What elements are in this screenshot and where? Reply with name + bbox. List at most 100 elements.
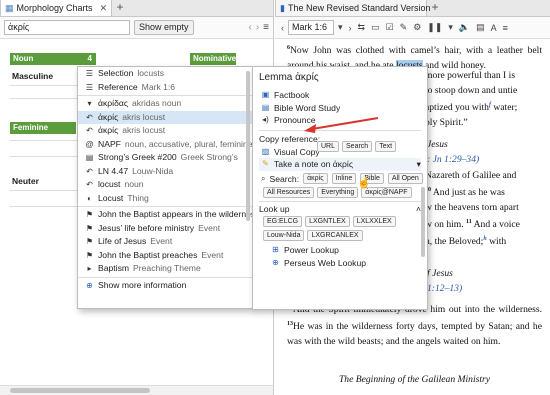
- item-gloss: Event: [201, 249, 224, 260]
- horizontal-scrollbar[interactable]: [0, 385, 273, 395]
- item-label: Life of Jesus: [98, 236, 147, 246]
- item-icon: ▾: [87, 99, 92, 108]
- search-chip[interactable]: All Resources: [263, 187, 315, 198]
- context-menu-item[interactable]: @ NAPF noun, accusative, plural, feminine: [78, 138, 252, 152]
- show-empty-button[interactable]: Show empty: [134, 20, 194, 35]
- search-chip[interactable]: ἀκρίς: [303, 173, 328, 185]
- item-label: ἀκρίς: [98, 125, 119, 135]
- text-part: And just as he was: [431, 187, 505, 199]
- sync-icon[interactable]: ⇆: [356, 22, 368, 33]
- item-gloss: Event: [150, 236, 173, 246]
- reference-input[interactable]: Mark 1:6: [288, 20, 334, 35]
- context-menu-item[interactable]: ↶ ἀκρίς akris locust: [78, 124, 252, 138]
- search-chip[interactable]: Everything: [317, 187, 359, 198]
- heading-jesus: Jesus: [427, 139, 448, 150]
- context-menu-item[interactable]: ▾ ἀκρίδας akridas noun: [78, 97, 252, 111]
- context-menu-item[interactable]: ◐ Locust Thing: [78, 192, 252, 206]
- popup-scrollbar[interactable]: [246, 71, 250, 221]
- parallel-icon[interactable]: ⚙: [411, 22, 423, 33]
- item-gloss: noun, accusative, plural, feminine: [124, 138, 252, 149]
- grid-line: [10, 190, 78, 202]
- chevron-down-icon[interactable]: ▾: [336, 22, 345, 33]
- forward-arrow-icon[interactable]: ›: [256, 22, 259, 33]
- link-label: Visual Copy: [274, 146, 320, 157]
- lookup-chip[interactable]: EG:ELCG: [263, 216, 303, 227]
- forward-arrow-icon[interactable]: ›: [347, 23, 354, 33]
- menu-icon[interactable]: ≡: [501, 23, 510, 33]
- dropdown-icon[interactable]: ▾: [446, 22, 455, 33]
- context-menu-item[interactable]: ☰ Selection locusts: [78, 67, 252, 81]
- context-menu-item[interactable]: ↶ locust noun: [78, 178, 252, 192]
- back-arrow-icon[interactable]: ‹: [279, 23, 286, 33]
- item-gloss: Greek Strong’s: [180, 152, 238, 162]
- lookup-label: Look up: [259, 204, 290, 214]
- panel-icon[interactable]: ▭: [369, 22, 382, 33]
- context-menu-item[interactable]: ☰ Reference Mark 1:6: [78, 81, 252, 95]
- note-icon: ✎: [262, 159, 269, 168]
- item-gloss: Mark 1:6: [141, 81, 176, 92]
- cross-reference[interactable]: 1:12–13): [427, 281, 462, 296]
- perseus-link[interactable]: ⊕ Perseus Web Lookup: [259, 257, 421, 270]
- chart-icon: ▦: [5, 2, 14, 13]
- bible-word-study-link[interactable]: ▤ Bible Word Study: [259, 102, 421, 115]
- lookup-chip[interactable]: LXLXXLEX: [352, 216, 396, 227]
- text-fragments-2: Nazareth of Galilee and 10 And just as h…: [425, 168, 520, 250]
- context-menu-item[interactable]: ⚑ Life of Jesus Event: [78, 235, 252, 249]
- right-tab-bar: ▮ The New Revised Standard Version +: [275, 0, 550, 17]
- context-menu-item[interactable]: ▤ Strong’s Greek #200 Greek Strong’s: [78, 151, 252, 165]
- lookup-chip[interactable]: LXGRCANLEX: [307, 230, 363, 241]
- copy-text-button[interactable]: Text: [375, 141, 397, 152]
- new-tab-button[interactable]: +: [112, 0, 128, 16]
- search-chips-2: All Resources Everything ἀκρίς@NAPF: [263, 187, 421, 198]
- chevron-down-icon[interactable]: ▾: [417, 158, 421, 171]
- text-size-icon[interactable]: A: [489, 23, 499, 33]
- checklist-icon[interactable]: ☑: [384, 22, 396, 33]
- context-menu-item[interactable]: ⚑ Jesus’ life before ministry Event: [78, 222, 252, 236]
- search-chip[interactable]: Inline: [331, 173, 357, 185]
- copy-url-button[interactable]: URL: [317, 141, 340, 152]
- item-gloss: noun: [124, 179, 144, 189]
- context-menu-item[interactable]: ↶ LN 4.47 Louw-Nida: [78, 165, 252, 179]
- text-line: more powerful than I is: [425, 70, 516, 81]
- new-tab-button[interactable]: +: [427, 0, 443, 16]
- menu-icon[interactable]: ≡: [263, 22, 269, 33]
- cross-reference[interactable]: : Jn 1:29–34): [427, 152, 479, 167]
- lookup-chip[interactable]: LXGNTLEX: [305, 216, 350, 227]
- lookup-chip[interactable]: Louw-Nida: [263, 230, 305, 241]
- row-feminine: Feminine: [10, 122, 76, 134]
- item-label: John the Baptist preaches: [98, 249, 198, 260]
- context-menu-item[interactable]: ↶ ἀκρίς akris locust: [78, 110, 252, 124]
- annotation-arrow: [304, 117, 379, 133]
- search-input[interactable]: ἀκρίς: [4, 20, 130, 35]
- popup-scrollbar[interactable]: [421, 187, 425, 257]
- speaker-icon: ◂): [262, 115, 269, 124]
- close-icon[interactable]: ✕: [100, 3, 108, 14]
- text-part: with: [486, 236, 507, 248]
- item-gloss: locusts: [137, 68, 165, 78]
- power-lookup-link[interactable]: ⊞ Power Lookup: [259, 244, 421, 257]
- back-arrow-icon[interactable]: ‹: [248, 22, 251, 33]
- tab-morphology-charts[interactable]: ▦ Morphology Charts ✕: [0, 0, 112, 16]
- search-chip[interactable]: All Open: [387, 173, 423, 185]
- text-line: oly Spirit.”: [425, 117, 468, 129]
- link-label: Power Lookup: [284, 245, 339, 255]
- context-menu-items: ☰ Selection locusts ☰ Reference Mark 1:6 ▾ ἀκρί…: [78, 67, 252, 276]
- tab-nrsv[interactable]: ▮ The New Revised Standard Version: [275, 0, 431, 16]
- speaker-icon[interactable]: 🔈: [457, 22, 472, 33]
- context-menu-item[interactable]: ⚑ John the Baptist preaches Event: [78, 249, 252, 263]
- factbook-link[interactable]: ▣ Factbook: [259, 89, 421, 102]
- pause-icon[interactable]: ❚❚: [425, 22, 444, 33]
- text-part: water;: [490, 102, 518, 114]
- show-more-button[interactable]: ⊕ Show more information: [78, 279, 252, 293]
- copy-search-button[interactable]: Search: [342, 141, 373, 152]
- item-icon: ↶: [86, 180, 93, 189]
- col-noun-label: Noun: [13, 54, 34, 63]
- image-icon: ▨: [261, 146, 270, 156]
- take-note-link[interactable]: ✎ Take a note on ἀκρίς ▾: [259, 158, 421, 171]
- section-heading: The Beginning of the Galilean Ministry: [338, 374, 491, 385]
- document-icon[interactable]: ▤: [474, 22, 487, 33]
- scrollbar-thumb[interactable]: [10, 388, 150, 393]
- format-icon[interactable]: ✎: [398, 22, 410, 33]
- context-menu-item[interactable]: ▸ Baptism Preaching Theme: [78, 262, 252, 276]
- context-menu-item[interactable]: ⚑ John the Baptist appears in the wildern…: [78, 208, 252, 222]
